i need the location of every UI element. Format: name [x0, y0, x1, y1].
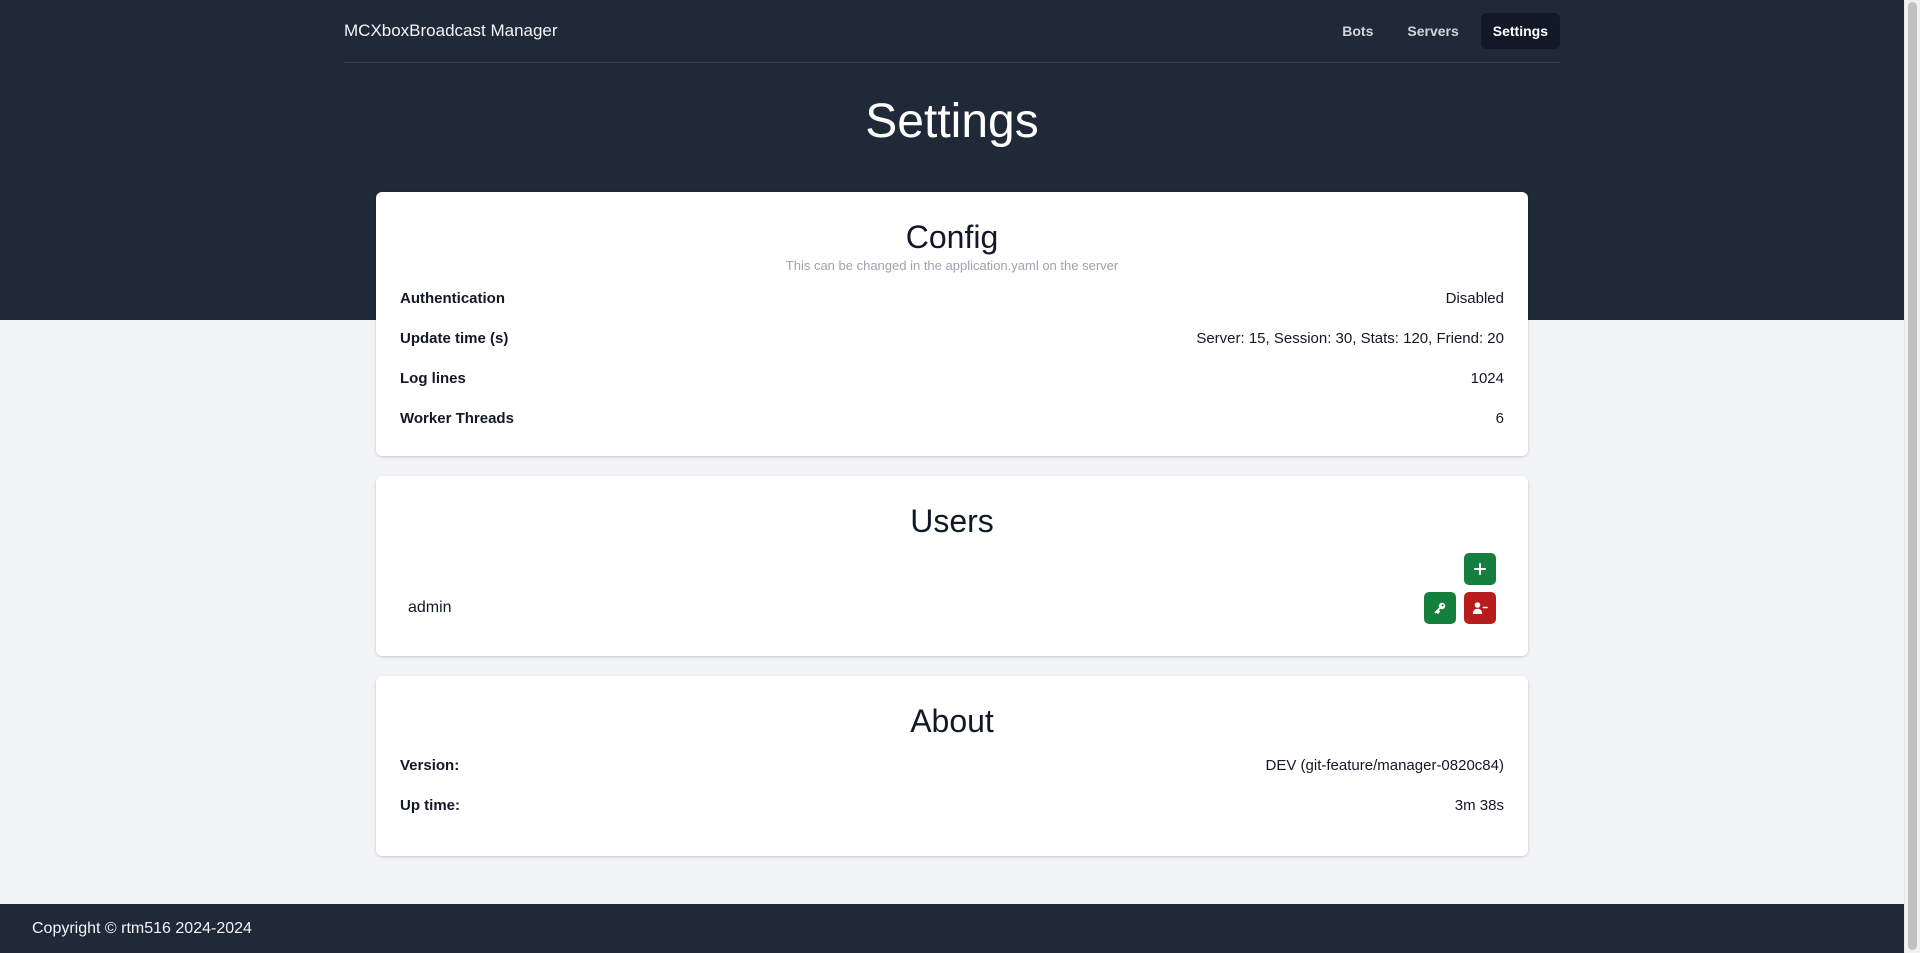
- config-value: Disabled: [1445, 289, 1504, 307]
- config-key: Update time (s): [400, 329, 509, 347]
- nav-servers[interactable]: Servers: [1395, 13, 1470, 49]
- about-title: About: [910, 703, 994, 739]
- config-key: Authentication: [400, 289, 505, 307]
- config-row-update-time: Update time (s) Server: 15, Session: 30,…: [376, 318, 1528, 358]
- footer: Copyright © rtm516 2024-2024: [0, 904, 1904, 953]
- user-row: admin: [408, 592, 1496, 624]
- remove-user-button[interactable]: [1464, 592, 1496, 624]
- change-password-button[interactable]: [1424, 592, 1456, 624]
- user-minus-icon: [1472, 602, 1488, 614]
- config-card: Config This can be changed in the applic…: [376, 192, 1528, 456]
- config-key: Worker Threads: [400, 409, 514, 427]
- config-row-authentication: Authentication Disabled: [376, 278, 1528, 318]
- config-value: Server: 15, Session: 30, Stats: 120, Fri…: [1196, 329, 1504, 347]
- config-value: 6: [1495, 409, 1504, 427]
- about-key: Up time:: [400, 796, 460, 814]
- navbar: MCXboxBroadcast Manager Bots Servers Set…: [344, 0, 1560, 63]
- nav-links: Bots Servers Settings: [1330, 13, 1560, 49]
- about-key: Version:: [400, 756, 460, 774]
- config-key: Log lines: [400, 369, 466, 387]
- config-rows: Authentication Disabled Update time (s) …: [376, 278, 1528, 438]
- config-row-log-lines: Log lines 1024: [376, 358, 1528, 398]
- add-user-button[interactable]: [1464, 553, 1496, 585]
- config-subtitle: This can be changed in the application.y…: [785, 258, 1119, 273]
- config-title: Config: [905, 219, 999, 255]
- users-card: Users admin: [376, 476, 1528, 656]
- config-value: 1024: [1470, 369, 1504, 387]
- users-title: Users: [910, 503, 994, 539]
- about-value: 3m 38s: [1454, 796, 1504, 814]
- nav-settings[interactable]: Settings: [1480, 13, 1560, 49]
- plus-icon: [1474, 563, 1486, 575]
- user-row-actions: [1424, 592, 1496, 624]
- scrollbar-thumb[interactable]: [1908, 2, 1917, 950]
- about-card: About Version: DEV (git-feature/manager-…: [376, 676, 1528, 856]
- users-actions: [1464, 553, 1496, 585]
- nav-bots[interactable]: Bots: [1330, 13, 1385, 49]
- footer-copyright: Copyright © rtm516 2024-2024: [32, 919, 252, 937]
- brand-link[interactable]: MCXboxBroadcast Manager: [344, 21, 558, 41]
- config-row-worker-threads: Worker Threads 6: [376, 398, 1528, 438]
- about-row-version: Version: DEV (git-feature/manager-0820c8…: [376, 745, 1528, 785]
- about-rows: Version: DEV (git-feature/manager-0820c8…: [376, 745, 1528, 825]
- page-title: Settings: [865, 95, 1039, 148]
- user-name: admin: [408, 599, 452, 616]
- vertical-scrollbar[interactable]: [1904, 0, 1920, 953]
- about-value: DEV (git-feature/manager-0820c84): [1265, 756, 1504, 774]
- about-row-uptime: Up time: 3m 38s: [376, 785, 1528, 825]
- page: MCXboxBroadcast Manager Bots Servers Set…: [0, 0, 1920, 953]
- key-icon: [1434, 602, 1446, 614]
